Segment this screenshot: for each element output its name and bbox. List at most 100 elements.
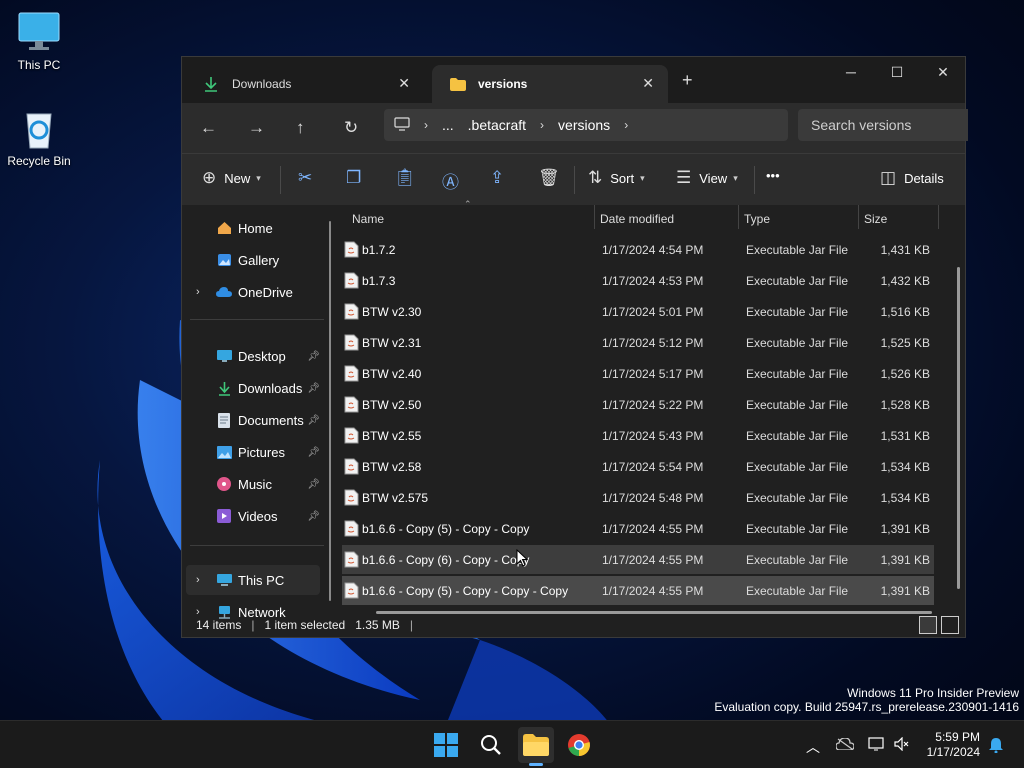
start-button[interactable] xyxy=(428,727,464,763)
vertical-scrollbar[interactable] xyxy=(957,267,960,589)
file-row[interactable]: b1.6.6 - Copy (6) - Copy - Copy 1/17/2024… xyxy=(342,545,934,574)
column-divider[interactable] xyxy=(594,205,595,229)
file-name: BTW v2.30 xyxy=(362,304,422,319)
watermark-line2: Evaluation copy. Build 25947.rs_prerelea… xyxy=(714,700,1019,714)
new-tab-button[interactable]: + xyxy=(682,70,693,91)
divider xyxy=(574,166,575,194)
copy-button[interactable]: ❐ xyxy=(346,168,369,188)
folder-icon xyxy=(450,77,468,91)
search-input[interactable]: Search versions xyxy=(798,109,968,141)
tab-downloads[interactable]: Downloads ✕ xyxy=(186,65,424,103)
tiles-view-icon[interactable] xyxy=(941,616,959,634)
show-hidden-icons-chevron-icon[interactable]: ︿ xyxy=(806,737,820,757)
rename-button[interactable]: Ⓐ xyxy=(442,168,467,193)
new-button[interactable]: ⊕ New ▾ xyxy=(202,168,261,188)
file-row[interactable]: BTW v2.30 1/17/2024 5:01 PM Executable Jar… xyxy=(342,297,934,326)
file-date: 1/17/2024 4:53 PM xyxy=(602,273,704,288)
column-divider[interactable] xyxy=(938,205,939,229)
sidebar-item-documents[interactable]: Documents 📌︎ xyxy=(186,405,320,435)
close-tab-icon[interactable]: ✕ xyxy=(398,75,410,92)
close-tab-icon[interactable]: ✕ xyxy=(642,75,654,92)
desktop-icon-recycle-bin[interactable]: Recycle Bin xyxy=(1,106,77,168)
file-explorer-window: Downloads ✕ versions ✕ + ─ ☐ ✕ ← → ↑ ↻ ›… xyxy=(181,56,968,638)
jar-file-icon xyxy=(344,272,360,289)
cloud-icon xyxy=(216,284,232,300)
column-divider[interactable] xyxy=(738,205,739,229)
sidebar-item-home[interactable]: Home xyxy=(186,213,320,243)
maximize-button[interactable]: ☐ xyxy=(874,57,920,87)
sort-button[interactable]: ⇅ Sort ▾ xyxy=(588,168,645,188)
column-header-size[interactable]: Size xyxy=(864,205,887,233)
file-row[interactable]: BTW v2.55 1/17/2024 5:43 PM Executable Jar… xyxy=(342,421,934,450)
share-button[interactable]: ⇪ xyxy=(490,168,512,188)
pin-icon[interactable]: 📌︎ xyxy=(307,415,320,426)
desktop-icon-this-pc[interactable]: This PC xyxy=(1,10,77,72)
minimize-button[interactable]: ─ xyxy=(828,57,874,87)
chevron-right-icon[interactable]: › xyxy=(196,574,200,586)
file-row[interactable]: b1.7.3 1/17/2024 4:53 PM Executable Jar Fi… xyxy=(342,266,934,295)
sidebar-item-onedrive[interactable]: › OneDrive xyxy=(186,277,320,307)
sidebar-item-downloads[interactable]: Downloads 📌︎ xyxy=(186,373,320,403)
system-clock[interactable]: 5:59 PM 1/17/2024 xyxy=(927,730,980,760)
tab-versions[interactable]: versions ✕ xyxy=(432,65,668,103)
file-explorer-taskbar-button[interactable] xyxy=(518,727,554,763)
back-arrow-icon[interactable]: ← xyxy=(200,118,217,138)
up-arrow-icon[interactable]: ↑ xyxy=(296,118,305,138)
refresh-icon[interactable]: ↻ xyxy=(344,118,358,138)
column-header-name[interactable]: Name xyxy=(352,205,384,233)
breadcrumb-overflow[interactable]: ... xyxy=(442,117,454,133)
chrome-taskbar-button[interactable] xyxy=(561,727,597,763)
selection-count: 1 item selected xyxy=(264,618,346,632)
details-view-icon[interactable] xyxy=(919,616,937,634)
view-button[interactable]: ☰ View ▾ xyxy=(676,168,738,188)
file-row[interactable]: BTW v2.50 1/17/2024 5:22 PM Executable Jar… xyxy=(342,390,934,419)
breadcrumb-betacraft[interactable]: .betacraft xyxy=(468,117,526,133)
file-row[interactable]: b1.6.6 - Copy (5) - Copy - Copy 1/17/2024… xyxy=(342,514,934,543)
watermark-line1: Windows 11 Pro Insider Preview xyxy=(847,686,1019,700)
chevron-right-icon[interactable]: › xyxy=(196,286,200,298)
pin-icon[interactable]: 📌︎ xyxy=(307,351,320,362)
file-size: 1,534 KB xyxy=(880,490,930,505)
sidebar-item-videos[interactable]: Videos 📌︎ xyxy=(186,501,320,531)
file-row[interactable]: b1.6.6 - Copy (5) - Copy - Copy - Copy 1/… xyxy=(342,576,934,605)
gallery-icon xyxy=(216,252,232,268)
status-divider: | xyxy=(251,618,255,632)
notification-bell-icon[interactable] xyxy=(988,737,1004,756)
volume-muted-icon[interactable] xyxy=(894,736,910,754)
breadcrumb[interactable]: › ... .betacraft › versions › xyxy=(384,109,788,141)
clock-time: 5:59 PM xyxy=(935,730,980,744)
sidebar-scrollbar[interactable] xyxy=(329,221,331,601)
pin-icon[interactable]: 📌︎ xyxy=(307,447,320,458)
sidebar-item-gallery[interactable]: Gallery xyxy=(186,245,320,275)
sidebar-item-this-pc[interactable]: › This PC xyxy=(186,565,320,595)
more-options-button[interactable]: ••• xyxy=(766,168,780,183)
desktop-icon-label: This PC xyxy=(17,58,61,72)
file-row[interactable]: BTW v2.31 1/17/2024 5:12 PM Executable Jar… xyxy=(342,328,934,357)
chevron-down-icon: ▾ xyxy=(256,172,261,183)
delete-button[interactable]: 🗑︎ xyxy=(538,168,568,188)
details-button[interactable]: ◫ Details xyxy=(880,168,944,188)
divider xyxy=(754,166,755,194)
sidebar-item-pictures[interactable]: Pictures 📌︎ xyxy=(186,437,320,467)
file-row[interactable]: b1.7.2 1/17/2024 4:54 PM Executable Jar Fi… xyxy=(342,235,934,264)
pin-icon[interactable]: 📌︎ xyxy=(307,511,320,522)
pin-icon[interactable]: 📌︎ xyxy=(307,479,320,490)
column-divider[interactable] xyxy=(858,205,859,229)
onedrive-offline-icon[interactable] xyxy=(835,737,855,753)
breadcrumb-versions[interactable]: versions xyxy=(558,117,610,133)
close-window-button[interactable]: ✕ xyxy=(920,57,966,87)
search-button[interactable] xyxy=(473,727,509,763)
sidebar-item-desktop[interactable]: Desktop 📌︎ xyxy=(186,341,320,371)
sidebar-item-music[interactable]: Music 📌︎ xyxy=(186,469,320,499)
cut-button[interactable]: ✂ xyxy=(298,168,320,188)
network-status-icon[interactable] xyxy=(868,737,886,754)
file-row[interactable]: BTW v2.575 1/17/2024 5:48 PM Executable Ja… xyxy=(342,483,934,512)
file-row[interactable]: BTW v2.40 1/17/2024 5:17 PM Executable Jar… xyxy=(342,359,934,388)
forward-arrow-icon[interactable]: → xyxy=(248,118,265,138)
pin-icon[interactable]: 📌︎ xyxy=(307,383,320,394)
paste-button[interactable]: 📋︎ xyxy=(394,168,424,188)
column-header-date[interactable]: Date modified xyxy=(600,205,674,233)
file-row[interactable]: BTW v2.58 1/17/2024 5:54 PM Executable Jar… xyxy=(342,452,934,481)
file-type: Executable Jar File xyxy=(746,242,849,257)
column-header-type[interactable]: Type xyxy=(744,205,770,233)
